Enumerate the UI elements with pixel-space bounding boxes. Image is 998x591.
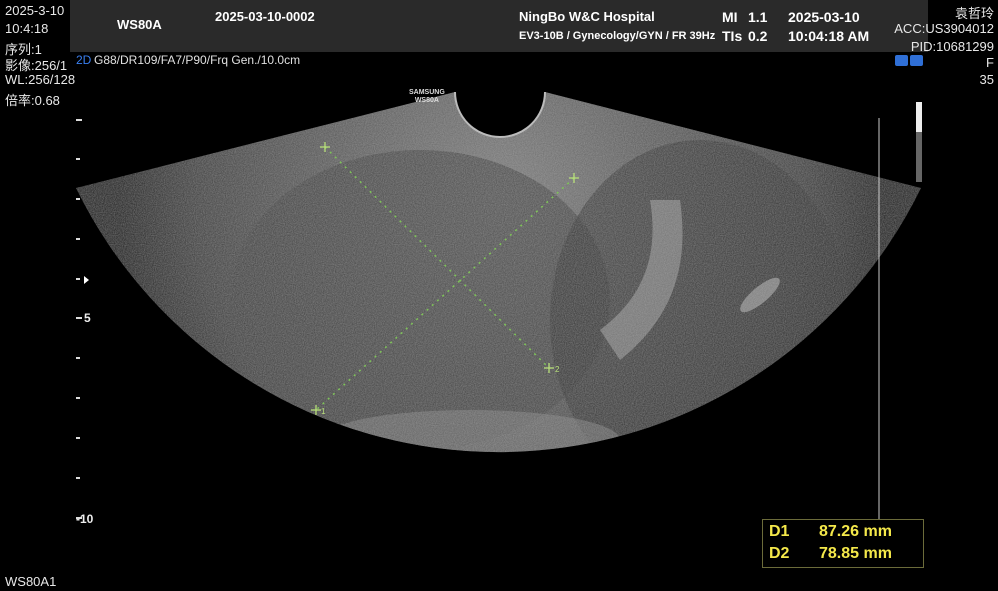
patient-name: 袁哲玲: [954, 6, 994, 21]
probe-logo-line2: WS80A: [414, 97, 439, 104]
measurement-label: D1: [769, 523, 790, 540]
mi-label: MI: [722, 9, 738, 25]
focus-marker-icon: [84, 276, 89, 284]
measurement-label: D2: [769, 545, 790, 562]
info-time: 10:4:18: [5, 21, 49, 36]
study-id: 2025-03-10-0002: [215, 9, 315, 24]
depth-label-5: 5: [84, 311, 91, 325]
measurement-panel: D1 87.26 mm D2 78.85 mm: [762, 519, 924, 568]
grayscale-bar: [916, 102, 922, 132]
measurement-row: D1 87.26 mm: [769, 523, 892, 541]
patient-sex: F: [986, 55, 994, 70]
hospital-name: NingBo W&C Hospital: [519, 9, 655, 24]
ultrasound-image: 2 1: [76, 91, 922, 519]
depth-scale: [76, 119, 82, 519]
tis-value: 0.2: [748, 28, 768, 44]
tis-label: TIs: [722, 28, 743, 44]
caliper-label-d2: 1: [321, 407, 326, 416]
mi-value: 1.1: [748, 9, 768, 25]
info-wl: WL:256/128: [5, 72, 76, 87]
probe-info: EV3-10B / Gynecology/GYN / FR 39Hz: [519, 30, 716, 42]
scan-settings: G88/DR109/FA7/P90/Frq Gen./10.0cm: [94, 53, 301, 67]
patient-acc: ACC:US3904012: [894, 21, 994, 36]
depth-label-10: -10: [76, 512, 94, 526]
measurement-value: 87.26 mm: [819, 523, 892, 540]
probe-logo: SAMSUNG WS80A: [409, 89, 445, 105]
measurement-row: D2 78.85 mm: [769, 545, 892, 563]
info-zoom: 倍率:0.68: [5, 93, 60, 108]
patient-pid: PID:10681299: [910, 39, 994, 54]
m-mode-icon: [910, 55, 923, 66]
measurement-value: 78.85 mm: [819, 545, 892, 562]
probe-logo-line1: SAMSUNG: [409, 89, 445, 96]
probe-mode-icon: [895, 55, 908, 66]
footer-device: WS80A1: [5, 574, 57, 589]
header-time: 10:04:18 AM: [788, 28, 870, 44]
header-date: 2025-03-10: [788, 9, 860, 25]
patient-age: 35: [979, 72, 994, 87]
caliper-label-d1: 2: [555, 365, 560, 374]
info-date: 2025-3-10: [5, 3, 65, 18]
grayscale-bar-lower: [916, 132, 922, 182]
device-model: WS80A: [117, 17, 162, 32]
scan-sector: [76, 92, 921, 453]
mode-label: 2D: [76, 53, 92, 67]
header-bar: [70, 0, 928, 52]
